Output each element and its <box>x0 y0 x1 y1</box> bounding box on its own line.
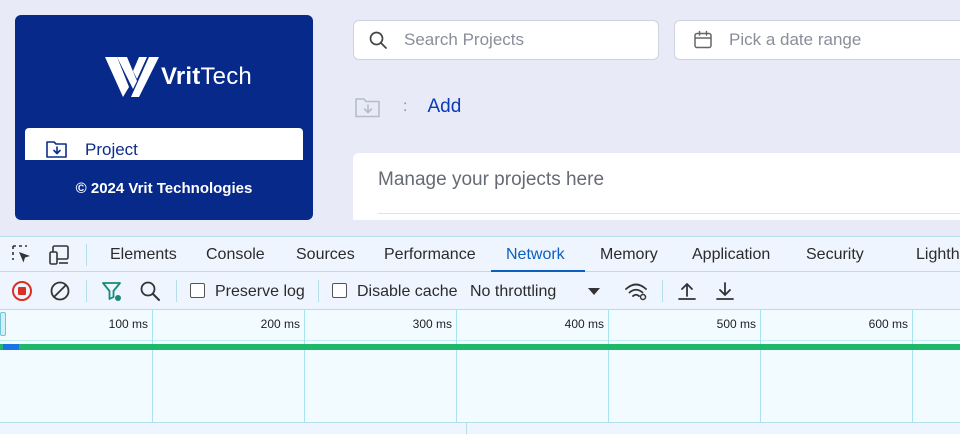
timeline-tick-label: 500 ms <box>716 317 756 331</box>
inspect-element-icon[interactable] <box>10 243 34 267</box>
record-stop-icon[interactable] <box>10 279 34 303</box>
search-icon <box>369 31 387 49</box>
toolbar-divider <box>176 280 177 302</box>
network-toolbar: Preserve log Disable cache No throttling <box>0 272 960 310</box>
tab-performance[interactable]: Performance <box>384 246 476 264</box>
projects-card: Manage your projects here <box>353 153 960 220</box>
waterfall-bar <box>0 344 960 350</box>
sidebar-item-label: Project <box>85 140 138 159</box>
breadcrumb-separator: : <box>403 98 408 115</box>
timeline-range-handle[interactable] <box>0 312 6 336</box>
toolbar-divider <box>318 280 319 302</box>
import-har-icon[interactable] <box>675 279 699 303</box>
export-har-icon[interactable] <box>713 279 737 303</box>
timeline-gridline <box>760 310 761 422</box>
tab-network[interactable]: Network <box>506 246 565 264</box>
tabbar-divider <box>86 244 87 266</box>
copyright-text: © 2024 Vrit Technologies <box>75 180 253 197</box>
waterfall-bar-start <box>3 344 19 350</box>
timeline-gridline <box>608 310 609 422</box>
filter-icon[interactable] <box>100 279 124 303</box>
throttling-select[interactable]: No throttling <box>470 283 556 301</box>
folder-download-icon <box>46 141 67 158</box>
search-icon[interactable] <box>138 279 162 303</box>
tab-sources[interactable]: Sources <box>296 246 355 264</box>
date-range-picker[interactable] <box>674 20 960 60</box>
request-list-header <box>0 422 960 434</box>
sidebar-item-project[interactable]: Project <box>25 128 303 160</box>
timeline-gridline <box>152 310 153 422</box>
timeline-tick-label: 600 ms <box>868 317 908 331</box>
calendar-icon <box>694 30 712 49</box>
tab-lighthouse[interactable]: Lighth <box>916 246 960 264</box>
network-conditions-icon[interactable] <box>624 279 648 303</box>
panel-divider <box>466 423 467 434</box>
tab-memory[interactable]: Memory <box>600 246 658 264</box>
timeline-gridline <box>456 310 457 422</box>
search-input[interactable] <box>404 30 634 50</box>
card-subtitle: Manage your projects here <box>378 169 605 190</box>
preserve-log-checkbox[interactable] <box>190 283 205 298</box>
search-box[interactable] <box>353 20 659 60</box>
preserve-log-label: Preserve log <box>215 283 305 300</box>
devtools-tabbar: Elements Console Sources Performance Net… <box>0 236 960 272</box>
breadcrumb-add-link[interactable]: Add <box>427 96 461 118</box>
tab-console[interactable]: Console <box>206 246 265 264</box>
sidebar: VritTech Project © 2024 Vrit Technologie… <box>15 15 313 220</box>
timeline-tick-label: 200 ms <box>260 317 300 331</box>
date-range-input[interactable] <box>729 30 959 50</box>
timeline-gridline <box>912 310 913 422</box>
device-toolbar-icon[interactable] <box>48 243 72 267</box>
tab-security[interactable]: Security <box>806 246 864 264</box>
timeline-tick-label: 400 ms <box>564 317 604 331</box>
disable-cache-label: Disable cache <box>357 283 458 300</box>
toolbar-divider <box>86 280 87 302</box>
vrit-logo-icon <box>105 57 159 97</box>
card-divider <box>378 213 960 214</box>
folder-download-icon <box>355 98 380 118</box>
timeline-ruler <box>0 340 960 341</box>
brand-name: VritTech <box>161 63 252 90</box>
brand-logo[interactable]: VritTech <box>103 51 263 103</box>
disable-cache-checkbox[interactable] <box>332 283 347 298</box>
timeline-tick-label: 300 ms <box>412 317 452 331</box>
network-overview-timeline[interactable]: 100 ms 200 ms 300 ms 400 ms 500 ms 600 m… <box>0 310 960 422</box>
clear-icon[interactable] <box>48 279 72 303</box>
timeline-tick-label: 100 ms <box>108 317 148 331</box>
breadcrumb: : Add <box>354 92 461 122</box>
tab-application[interactable]: Application <box>692 246 770 264</box>
devtools-panel: Elements Console Sources Performance Net… <box>0 236 960 434</box>
timeline-gridline <box>304 310 305 422</box>
tab-elements[interactable]: Elements <box>110 246 177 264</box>
toolbar-divider <box>662 280 663 302</box>
chevron-down-icon[interactable] <box>582 279 606 303</box>
